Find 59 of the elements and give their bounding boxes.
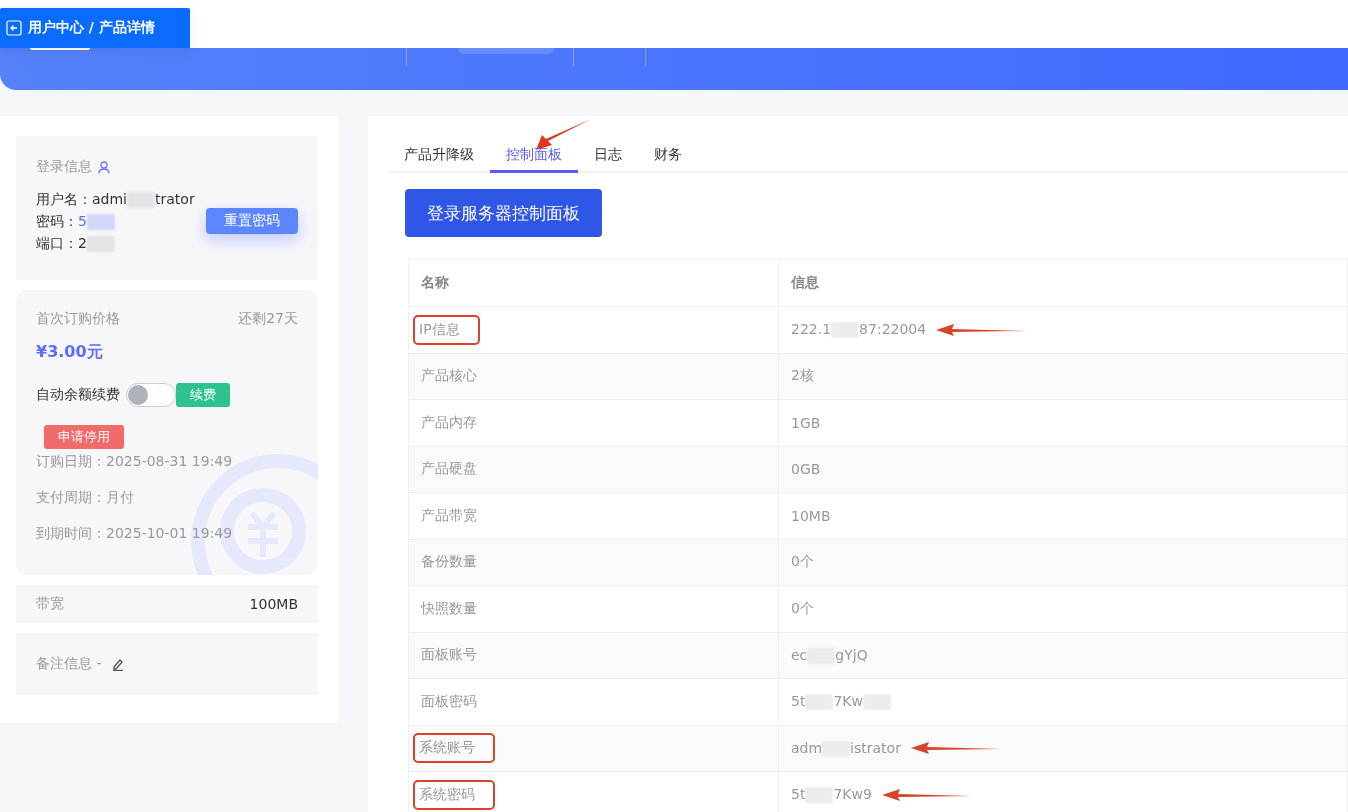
value-text: 0GB [791, 461, 821, 478]
value-text: 1GB [791, 414, 821, 431]
tab[interactable]: 财务 [638, 140, 698, 173]
row-name: 产品内存 [421, 413, 477, 430]
value-text: trator [155, 191, 195, 207]
value-text: 222.1 [791, 321, 832, 338]
login-panel-button[interactable]: 登录服务器控制面板 [405, 189, 602, 237]
user-icon [98, 160, 110, 174]
column-header: 名称 [408, 259, 779, 307]
value-text: istrator [850, 739, 901, 756]
field-label: 用户名： [36, 191, 92, 207]
section-title: 首次订购价格 [36, 310, 120, 328]
tab[interactable]: 控制面板 [490, 140, 578, 173]
section-title: 登录信息 [36, 158, 92, 176]
highlighted-name: 系统密码 [413, 779, 495, 810]
days-remaining: 还剩27天 [238, 310, 298, 328]
price-value: ¥3.00元 [36, 342, 103, 361]
reset-password-button[interactable]: 重置密码 [206, 208, 298, 234]
row-name: 产品带宽 [421, 506, 477, 523]
row-name: 产品硬盘 [421, 460, 477, 477]
value-text: adm [791, 739, 823, 756]
value-text: 5 [78, 213, 87, 229]
auto-renew-label: 自动余额续费 [36, 386, 120, 404]
row-name: 面板账号 [421, 646, 477, 663]
detail-text: 支付周期：月付 [36, 489, 135, 507]
value-text: 5t [791, 786, 806, 803]
value-text: 2核 [791, 367, 814, 384]
value-text: 7Kw [833, 693, 863, 710]
value-text: 2 [78, 235, 87, 251]
tab[interactable]: 产品升降级 [388, 140, 490, 173]
row-name: 快照数量 [421, 599, 477, 616]
detail-text: 到期时间：2025-10-01 19:49 [36, 525, 234, 543]
row-name: 备份数量 [421, 553, 477, 570]
value-text: 87:22004 [859, 321, 927, 338]
value-text: 10MB [791, 507, 831, 524]
row-name: 面板密码 [421, 692, 477, 709]
stop-service-button[interactable]: 申请停用 [44, 425, 124, 449]
column-header: 信息 [778, 259, 1348, 307]
bandwidth-value: 100MB [249, 596, 298, 612]
auto-renew-switch[interactable] [126, 383, 176, 407]
value-text: admi [92, 191, 127, 207]
notes-text: 备注信息 - [36, 655, 102, 673]
value-text: 5t [791, 693, 806, 710]
bandwidth-label: 带宽 [36, 595, 64, 613]
row-name: 产品核心 [421, 367, 477, 384]
value-text: 0个 [791, 553, 814, 570]
field-label: 端口： [36, 235, 78, 251]
value-text: gYjQ [835, 646, 868, 663]
tab[interactable]: 日志 [578, 140, 638, 173]
detail-text: 订购日期：2025-08-31 19:49 [36, 453, 234, 471]
exit-icon [6, 20, 22, 36]
field-label: 密码： [36, 213, 78, 229]
breadcrumb-button[interactable]: 用户中心 / 产品详情 [0, 8, 190, 48]
edit-icon[interactable] [111, 657, 124, 671]
highlighted-name: 系统账号 [413, 733, 495, 764]
highlighted-name: IP信息 [413, 314, 480, 345]
value-text: 7Kw9 [833, 786, 872, 803]
value-text: ec [791, 646, 808, 663]
value-text: 0个 [791, 599, 814, 616]
